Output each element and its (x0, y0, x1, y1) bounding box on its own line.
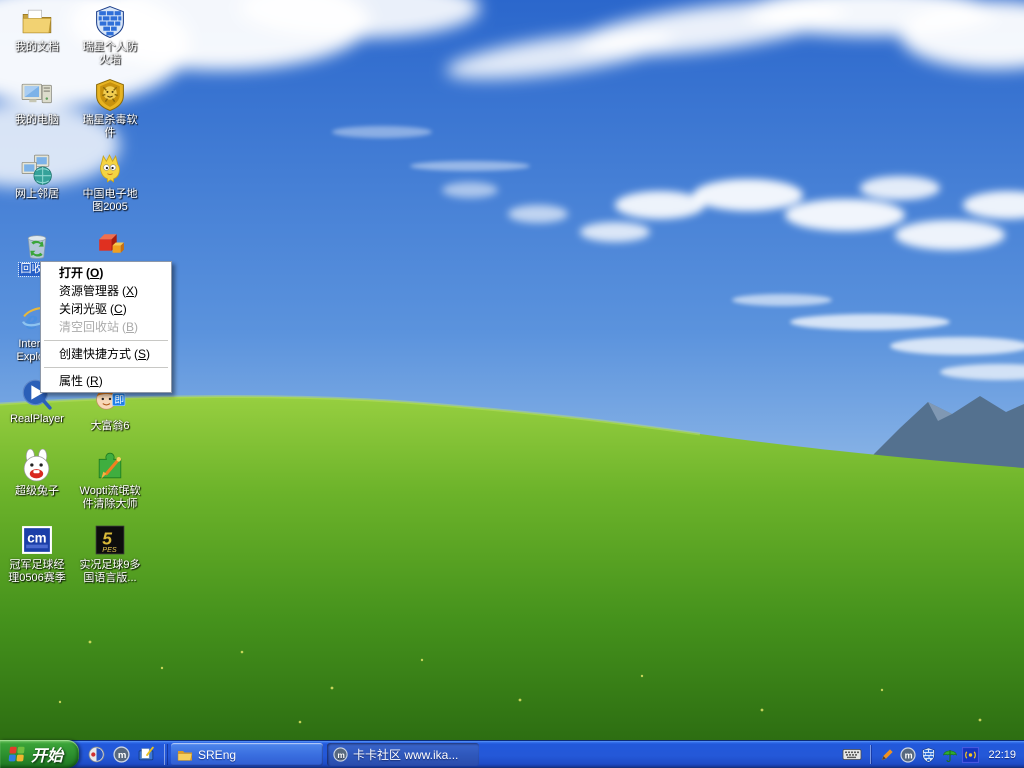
tray-divider (870, 745, 872, 764)
icon-label: 网上邻居 (15, 188, 59, 200)
icon-label: 冠军足球经 理0506赛季 (8, 559, 66, 584)
svg-text:m: m (905, 750, 913, 760)
icon-label: 中国电子地 图2005 (82, 188, 138, 213)
show-desktop-icon[interactable] (136, 745, 156, 765)
super-rabbit-icon (20, 448, 54, 483)
network-places-icon (20, 152, 54, 186)
icon-label: 我的电脑 (15, 114, 59, 126)
svg-text:即: 即 (114, 394, 124, 406)
context-menu-item-properties[interactable]: 属性R (42, 372, 170, 390)
desktop-icon-network-places[interactable]: 网上邻居 (0, 152, 74, 201)
rising-firewall-icon (93, 5, 127, 39)
windows-logo-icon (8, 746, 25, 762)
taskbar: 开始 m SREng m 卡卡社区 www.ika... m 22:19 (0, 740, 1024, 768)
desktop-icon-pes9[interactable]: 5 PES 实况足球9多 国语言版... (73, 523, 147, 585)
desktop-icon-my-documents[interactable]: 我的文档 (0, 5, 74, 54)
task-button-label: 卡卡社区 www.ika... (353, 748, 459, 762)
task-button-sreng[interactable]: SREng (171, 743, 324, 766)
svg-text:cm: cm (27, 531, 46, 546)
icon-label: 超级兔子 (15, 485, 59, 497)
task-button-label: SREng (198, 747, 237, 762)
desktop-icon-super-rabbit[interactable]: 超级兔子 (0, 448, 74, 498)
folder-icon (177, 750, 193, 761)
tray-maxthon-icon[interactable]: m (899, 746, 916, 763)
icon-label: 大富翁6 (90, 420, 130, 432)
tray-rising-monitor-icon[interactable] (962, 746, 980, 763)
context-menu-item-empty-recycle-bin[interactable]: 清空回收站B (42, 318, 170, 336)
menu-separator (44, 340, 168, 341)
tray-rising-umbrella-icon[interactable] (941, 746, 958, 763)
pes9-icon: 5 PES (93, 523, 127, 557)
china-emap-icon (93, 152, 127, 186)
my-computer-icon (20, 78, 54, 112)
desktop-icon-rising-firewall[interactable]: 瑞星个人防 火墙 (73, 5, 147, 67)
taskbar-empty-space (481, 741, 837, 768)
desktop[interactable]: 我的文档 我的电脑 网上邻居 回收站 e Internet Explorer R… (0, 0, 1024, 740)
menu-separator (44, 367, 168, 368)
desktop-icon-my-computer[interactable]: 我的电脑 (0, 78, 74, 127)
icon-label: 瑞星杀毒软件 (82, 114, 138, 139)
context-menu-item-create-shortcut[interactable]: 创建快捷方式S (42, 345, 170, 363)
ime-keyboard-icon[interactable] (837, 741, 867, 768)
icon-label: 实况足球9多 国语言版... (79, 559, 141, 584)
rising-antivirus-icon (93, 78, 127, 112)
taskbar-divider (164, 744, 169, 765)
my-documents-icon (20, 5, 54, 39)
taskbar-clock[interactable]: 22:19 (983, 749, 1016, 761)
desktop-icon-cm0506[interactable]: cm 冠军足球经 理0506赛季 (0, 523, 74, 585)
red-cubes-icon (93, 227, 127, 261)
context-menu-item-open[interactable]: 打开O (42, 264, 170, 282)
start-button[interactable]: 开始 (0, 740, 80, 768)
svg-text:m: m (337, 750, 345, 760)
desktop-icon-china-emap[interactable]: 中国电子地 图2005 (73, 152, 147, 214)
icon-label: 我的文档 (15, 41, 59, 53)
desktop-icon-rising-antivirus[interactable]: 瑞星杀毒软件 (73, 78, 147, 140)
svg-text:m: m (117, 750, 126, 761)
maxthon-quicklaunch-icon[interactable]: m (111, 745, 131, 765)
icon-label: Wopti流氓软 件清除大师 (79, 485, 141, 510)
context-menu-item-explorer[interactable]: 资源管理器X (42, 282, 170, 300)
wopti-icon (93, 449, 127, 483)
recycle-bin-icon (20, 227, 54, 261)
system-tray: m 22:19 (874, 741, 1024, 768)
icon-label: RealPlayer (10, 413, 64, 425)
context-menu-item-close-cdrom[interactable]: 关闭光驱C (42, 300, 170, 318)
tray-pen-input-icon[interactable] (878, 746, 895, 763)
quick-launch-bar: m (79, 741, 163, 768)
recycle-bin-context-menu: 打开O 资源管理器X 关闭光驱C 清空回收站B 创建快捷方式S 属性R (40, 261, 172, 393)
maxthon-icon: m (333, 747, 348, 762)
icon-label: 瑞星个人防 火墙 (82, 41, 138, 66)
desktop-icon-wopti[interactable]: Wopti流氓软 件清除大师 (73, 449, 147, 511)
start-label: 开始 (31, 748, 64, 765)
desktop-icon-red-cubes[interactable] (73, 227, 147, 263)
media-player-quicklaunch-icon[interactable] (86, 745, 106, 765)
task-button-kaka-community[interactable]: m 卡卡社区 www.ika... (327, 743, 480, 766)
cm0506-icon: cm (20, 523, 54, 557)
svg-text:PES: PES (102, 545, 117, 554)
tray-rising-firewall-icon[interactable] (920, 746, 937, 763)
